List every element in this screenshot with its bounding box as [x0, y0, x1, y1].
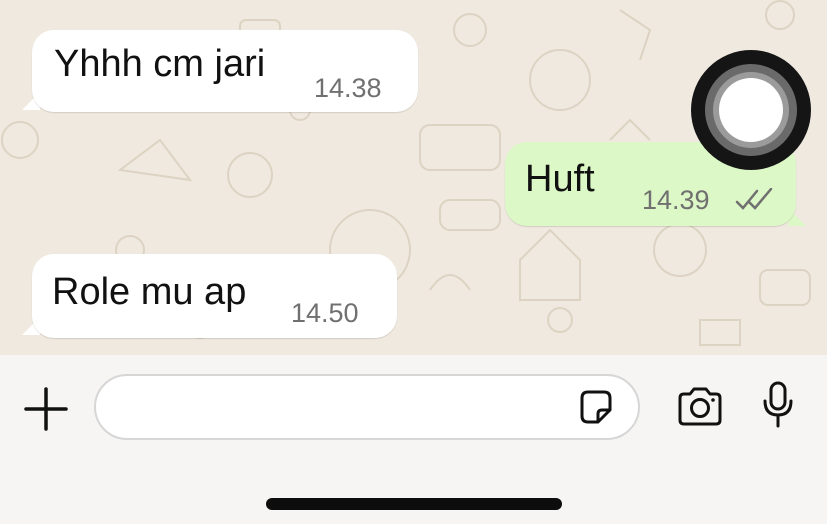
chat-area[interactable]: Yhhh cm jari 14.38 Huft 14.39 Role mu ap…: [0, 0, 827, 355]
message-timestamp: 14.39: [642, 185, 710, 215]
message-text: Huft: [525, 158, 595, 200]
assistive-touch-button[interactable]: [691, 50, 811, 170]
message-text: Role mu ap: [52, 271, 247, 313]
message-bubble-incoming[interactable]: Role mu ap 14.50: [32, 254, 397, 338]
message-input[interactable]: [94, 374, 640, 440]
sticker-icon[interactable]: [576, 388, 616, 428]
home-indicator[interactable]: [266, 498, 562, 510]
message-timestamp: 14.50: [291, 298, 359, 328]
message-timestamp: 14.38: [314, 73, 382, 103]
camera-icon[interactable]: [676, 386, 724, 428]
message-bubble-incoming[interactable]: Yhhh cm jari 14.38: [32, 30, 418, 112]
plus-icon[interactable]: [22, 385, 70, 433]
message-text: Yhhh cm jari: [54, 43, 266, 85]
double-check-icon: [735, 188, 773, 210]
assistive-touch-icon: [719, 78, 783, 142]
microphone-icon[interactable]: [762, 381, 794, 429]
